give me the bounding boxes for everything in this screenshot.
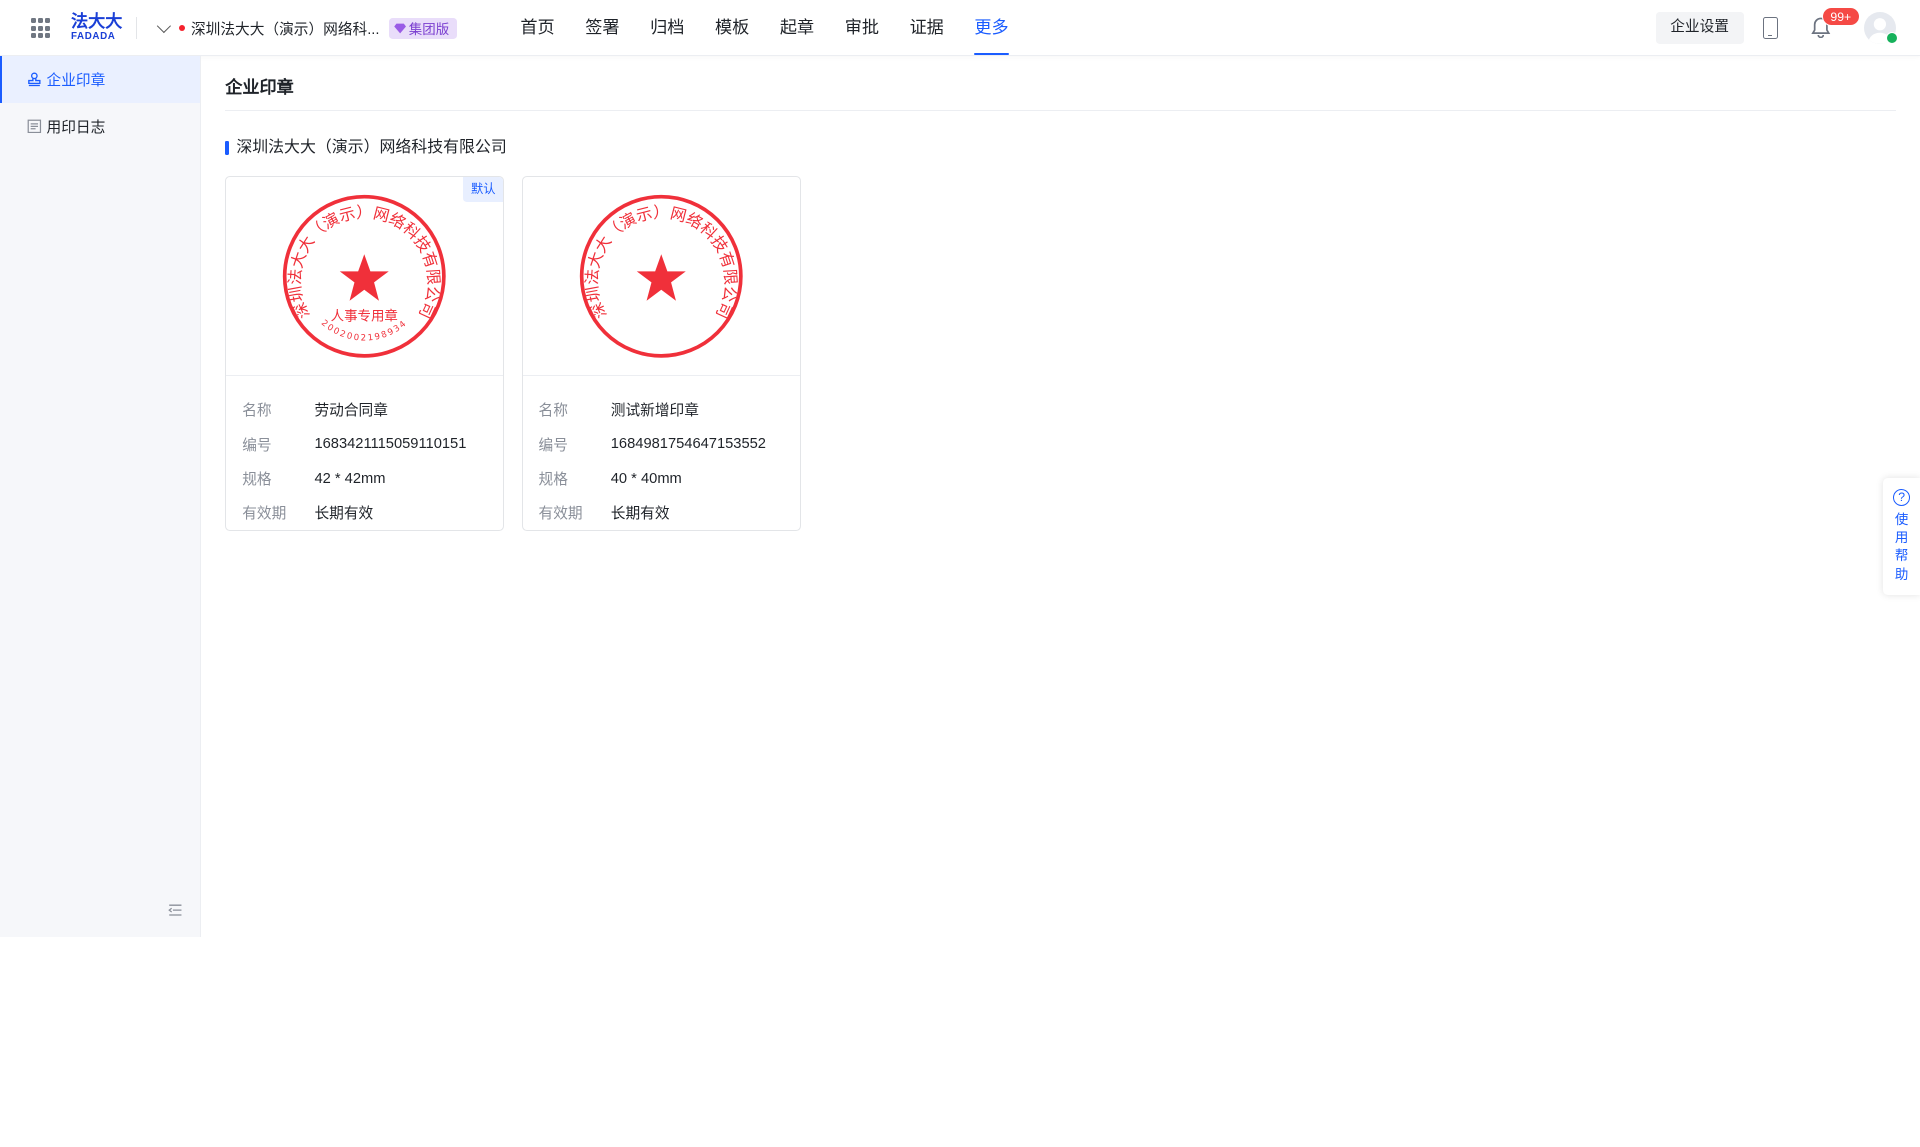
seal-info-row: 规格 40 * 40mm (539, 461, 800, 495)
verified-icon (1885, 31, 1898, 45)
info-value: 劳动合同章 (314, 403, 388, 420)
question-icon: ? (1893, 488, 1911, 506)
seal-stamp-image: 深圳法大大（演示）网络科技有限公司 (579, 195, 743, 358)
info-key: 规格 (538, 472, 568, 489)
seal-image-area: 深圳法大大（演示）网络科技有限公司 (522, 177, 800, 376)
info-value: 长期有效 (610, 506, 670, 523)
sidebar-item-label: 用印日志 (46, 119, 106, 136)
seal-info-row: 名称 劳动合同章 (242, 393, 503, 427)
nav-evidence[interactable]: 证据 (910, 0, 944, 56)
seal-info: 名称 劳动合同章 编号 1683421115059110151 规格 42 * 42m… (226, 376, 503, 530)
nav-approval[interactable]: 审批 (845, 0, 879, 56)
org-badge-label: 集团版 (408, 22, 450, 38)
stamp-icon (28, 72, 41, 87)
app-grid-icon[interactable] (30, 18, 51, 38)
logo-cn: 法大大 (71, 11, 123, 32)
company-section-title: 深圳法大大（演示）网络科技有限公司 (225, 138, 507, 158)
info-value: 1683421115059110151 (314, 436, 467, 453)
info-key: 名称 (538, 403, 568, 420)
collapse-sidebar-icon[interactable] (167, 904, 183, 916)
sidebar: 企业印章 用印日志 (0, 56, 201, 937)
org-switcher[interactable]: 深圳法大大（演示）网络科... 集团版 (157, 16, 457, 40)
info-key: 有效期 (242, 506, 287, 523)
org-status-dot (178, 25, 185, 32)
org-edition-badge: 集团版 (389, 17, 457, 39)
notification-badge: 99+ (1822, 7, 1860, 26)
seal-info-row: 规格 42 * 42mm (242, 461, 503, 495)
info-value: 40 * 40mm (610, 470, 682, 487)
header-divider (135, 17, 138, 40)
title-divider (225, 110, 1896, 112)
nav-draft[interactable]: 起章 (780, 0, 814, 56)
info-key: 编号 (538, 437, 568, 454)
seal-info-row: 有效期 长期有效 (242, 496, 503, 530)
chevron-down-icon (157, 18, 171, 33)
seal-info-row: 名称 测试新增印章 (539, 393, 800, 427)
nav-sign[interactable]: 签署 (585, 0, 619, 56)
logo-en: FADADA (71, 30, 116, 42)
seal-card[interactable]: 深圳法大大（演示）网络科技有限公司 人事专用章 2002002198934 默认… (225, 176, 505, 532)
seal-center-text: 人事专用章 (331, 308, 398, 325)
top-header: 法大大 FADADA 深圳法大大（演示）网络科... 集团版 首页 签署 归档 … (0, 0, 1920, 57)
default-tag: 默认 (463, 177, 504, 202)
seal-info: 名称 测试新增印章 编号 1684981754647153552 规格 40 * 40… (523, 376, 800, 530)
page-title: 企业印章 (225, 77, 294, 98)
info-value: 42 * 42mm (314, 470, 386, 487)
info-value: 1684981754647153552 (610, 436, 766, 453)
sidebar-item-label: 企业印章 (46, 73, 106, 90)
seal-image-area: 深圳法大大（演示）网络科技有限公司 人事专用章 2002002198934 默认 (226, 177, 504, 376)
enterprise-settings-button[interactable]: 企业设置 (1655, 12, 1744, 45)
info-key: 编号 (242, 437, 272, 454)
info-key: 名称 (242, 403, 272, 420)
seal-stamp-image: 深圳法大大（演示）网络科技有限公司 人事专用章 2002002198934 (283, 195, 447, 358)
info-value: 测试新增印章 (610, 403, 699, 420)
log-icon (27, 119, 42, 133)
fadada-logo[interactable]: 法大大 FADADA (71, 13, 122, 42)
info-key: 有效期 (538, 506, 583, 523)
main-content: 企业印章 深圳法大大（演示）网络科技有限公司 深圳法大大（演示）网络科技有限公司… (201, 56, 1920, 936)
help-button[interactable]: ? 使用帮助 (1883, 477, 1920, 596)
nav-template[interactable]: 模板 (715, 0, 749, 56)
seal-info-row: 编号 1684981754647153552 (539, 427, 800, 461)
nav-archive[interactable]: 归档 (650, 0, 684, 56)
seal-card[interactable]: 深圳法大大（演示）网络科技有限公司 名称 测试新增印章 编号 16849817546… (521, 176, 801, 532)
nav-more[interactable]: 更多 (974, 0, 1009, 56)
org-name: 深圳法大大（演示）网络科... (190, 21, 380, 38)
diamond-icon (394, 23, 407, 34)
sidebar-item-seals[interactable]: 企业印章 (0, 56, 200, 103)
info-key: 规格 (242, 472, 272, 489)
info-value: 长期有效 (314, 506, 374, 523)
sidebar-item-seal-log[interactable]: 用印日志 (0, 103, 200, 150)
seal-info-row: 编号 1683421115059110151 (242, 427, 503, 461)
main-nav: 首页 签署 归档 模板 起章 审批 证据 更多 (520, 0, 1039, 56)
seal-info-row: 有效期 长期有效 (539, 496, 800, 530)
nav-home[interactable]: 首页 (520, 0, 554, 56)
mobile-icon[interactable] (1763, 17, 1778, 40)
help-label: 使用帮助 (1894, 511, 1909, 582)
